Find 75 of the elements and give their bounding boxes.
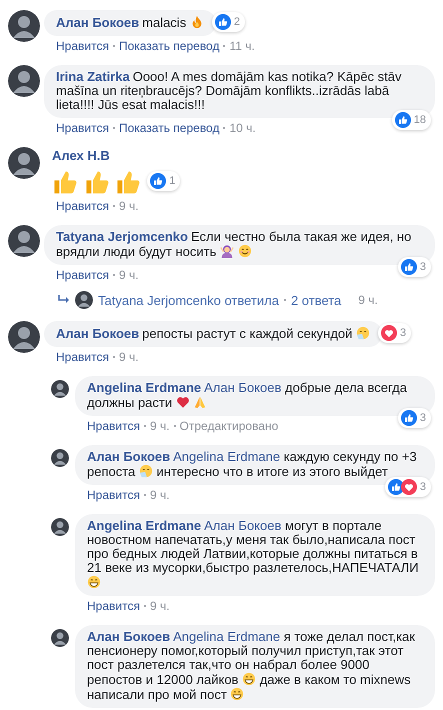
avatar[interactable] xyxy=(51,518,69,536)
smiling-face-icon xyxy=(238,244,252,258)
mention-link[interactable]: Алан Бокоев xyxy=(204,518,282,533)
timestamp: 9 ч. xyxy=(150,419,170,433)
action-link[interactable]: Нравится xyxy=(56,121,109,135)
timestamp: 9 ч. xyxy=(118,268,139,282)
author-name[interactable]: Алан Бокоев xyxy=(87,449,170,464)
author-name[interactable]: Irina Zatirka xyxy=(56,69,130,84)
action-link[interactable]: Показать перевод xyxy=(118,121,220,135)
comment-text: Tatyana Jerjomcenko Если честно была такая же идея, но врядли люди будут носить xyxy=(56,230,412,259)
action-link[interactable]: Нравится xyxy=(87,488,140,502)
person-icon xyxy=(220,244,234,258)
avatar[interactable] xyxy=(8,65,40,97)
author-name[interactable]: Angelina Erdmane xyxy=(87,380,202,395)
timestamp: 9 ч. xyxy=(150,599,170,613)
replies-link[interactable]: Tatyana Jerjomcenko ответила xyxy=(98,292,279,308)
mention-link[interactable]: Angelina Erdmane xyxy=(173,449,280,464)
timestamp: 11 ч. xyxy=(229,39,255,53)
thumbs-up-icon xyxy=(52,168,78,195)
fire-icon xyxy=(190,15,204,29)
comment-text: Irina Zatirka Oooo! A mes domājām kas notika? Kāpēc stāv mašīna un riteņbraucējs? Domājām konflikts..izrādās labā lieta!!!! Jūs esat malacis!!! xyxy=(56,70,403,112)
timestamp: Отредактировано xyxy=(180,419,278,433)
author-name[interactable]: Алан Бокоев xyxy=(56,326,140,341)
like-reaction-icon xyxy=(400,410,417,426)
reply-arrow-icon xyxy=(58,295,70,305)
avatar[interactable] xyxy=(8,225,40,257)
action-link[interactable]: Нравится xyxy=(87,599,140,613)
author-name[interactable]: Tatyana Jerjomcenko xyxy=(56,229,188,244)
action-link[interactable]: Нравится xyxy=(87,419,140,433)
like-reaction-icon xyxy=(400,259,417,275)
like-reaction-icon xyxy=(214,14,231,30)
timestamp: 9 ч. xyxy=(118,199,139,213)
avatar[interactable] xyxy=(51,380,69,398)
timestamp: 9 ч. xyxy=(358,293,378,307)
grinning-face-icon xyxy=(230,687,244,701)
comment-text: Angelina Erdmane Алан Бокоев могут в портале новостном напечатать,у меня так было,написала пост про бедных людей Латвии,которые должны питаться в 21 веке из мусорки,быстро разлетелось,НАПЕЧАТАЛИ xyxy=(87,519,423,590)
heart-icon xyxy=(176,395,190,409)
author-name[interactable]: Алан Бокоев xyxy=(87,629,170,644)
comment-text: Алан Бокоев Angelina Erdmane я тоже делал пост,как пенсионеру помог,который получил приступ,так этот пост разлетелся так,что он набрал более 9000 репостов и 12000 лайков даже в каком то mixnews написали про мой пост xyxy=(87,630,416,702)
like-reaction-icon xyxy=(150,173,166,189)
replies-link[interactable]: 2 ответа xyxy=(290,292,342,308)
avatar[interactable] xyxy=(8,147,40,179)
author-name[interactable]: Алан Бокоев xyxy=(56,15,140,30)
action-link[interactable]: Показать перевод xyxy=(118,39,220,53)
comment-text: Алан Бокоев репосты растут с каждой секундой xyxy=(56,326,370,341)
comment-text: Алан Бокоев Angelina Erdmane каждую секунду по +3 репоста интересно что в итоге из этого выйдет xyxy=(87,450,418,479)
grinning-face-icon xyxy=(87,575,101,589)
thumbs-up-icon xyxy=(115,168,142,195)
love-reaction-icon xyxy=(400,479,417,495)
mention-link[interactable]: Алан Бокоев xyxy=(204,380,282,395)
sneezing-face-icon xyxy=(138,464,153,478)
timestamp: 9 ч. xyxy=(150,488,170,502)
like-reaction-icon xyxy=(394,112,411,128)
author-name[interactable]: Алех Н.В xyxy=(52,148,110,163)
like-reaction-icon xyxy=(388,479,404,495)
love-reaction-icon xyxy=(381,325,398,341)
timestamp: 10 ч. xyxy=(229,121,256,135)
avatar[interactable] xyxy=(8,321,40,353)
avatar[interactable] xyxy=(51,629,69,647)
grinning-face-icon xyxy=(242,672,256,686)
mention-link[interactable]: Angelina Erdmane xyxy=(173,629,280,644)
avatar[interactable] xyxy=(51,449,69,467)
comment-text: Angelina Erdmane Алан Бокоев добрые дела всегда должны расти xyxy=(87,381,408,410)
action-link[interactable]: Нравится xyxy=(56,39,109,53)
thumbs-up-icon xyxy=(84,168,110,195)
praying-hands-icon xyxy=(193,395,208,409)
timestamp: 9 ч. xyxy=(118,350,139,364)
avatar[interactable] xyxy=(75,291,93,309)
action-link[interactable]: Нравится xyxy=(56,268,109,282)
action-link[interactable]: Нравится xyxy=(56,199,109,213)
author-name[interactable]: Angelina Erdmane xyxy=(87,518,202,533)
sneezing-face-icon xyxy=(356,326,370,340)
comment-text: Алан Бокоев malacis xyxy=(56,15,204,30)
action-link[interactable]: Нравится xyxy=(56,350,109,364)
avatar[interactable] xyxy=(8,10,40,42)
